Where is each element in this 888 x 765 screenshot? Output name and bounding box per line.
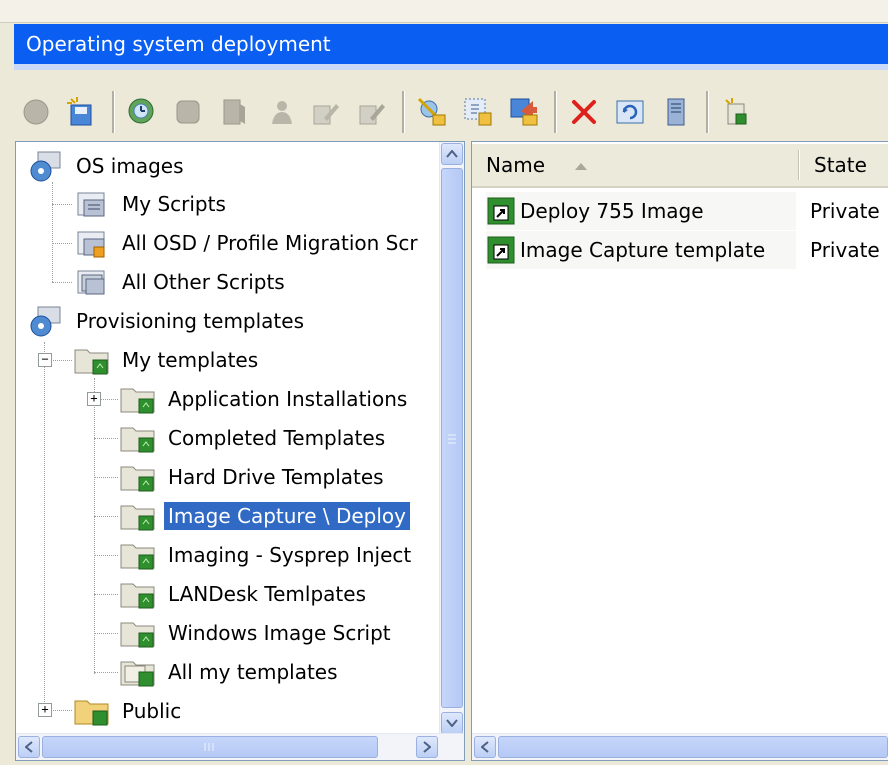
window-top-strip xyxy=(0,0,888,23)
toolbar-separator xyxy=(402,91,404,133)
tree-expander-public[interactable]: + xyxy=(38,703,52,717)
list-pane: Name State Deploy 755 Image Private Imag… xyxy=(471,141,888,761)
template-folder-icon xyxy=(118,421,158,455)
configure-icon[interactable] xyxy=(410,90,454,134)
tree-item-all-other-scripts[interactable]: All Other Scripts xyxy=(72,264,289,300)
panel-title: Operating system deployment xyxy=(26,32,331,56)
toolbar-separator xyxy=(554,91,556,133)
template-folder-icon xyxy=(118,460,158,494)
list-cell-name: Deploy 755 Image xyxy=(486,192,796,230)
tree-connector xyxy=(94,378,95,674)
new-script-icon[interactable] xyxy=(60,90,104,134)
tree-connector xyxy=(94,516,118,517)
script-folder-icon xyxy=(72,226,112,260)
template-folder-icon xyxy=(118,499,158,533)
list-cell-state: Private xyxy=(810,238,880,262)
tree-pane: − + + OS images My Scripts All OSD / Pro… xyxy=(15,141,465,761)
list-cell-name: Image Capture template xyxy=(486,231,796,269)
delete-icon[interactable] xyxy=(562,90,606,134)
tree-item-os-images[interactable]: OS images xyxy=(26,148,188,184)
template-folder-icon xyxy=(118,577,158,611)
navigation-tree: − + + OS images My Scripts All OSD / Pro… xyxy=(16,142,442,736)
tree-connector xyxy=(94,672,118,673)
tree-item-hard-drive-templates[interactable]: Hard Drive Templates xyxy=(118,459,388,495)
user-icon[interactable] xyxy=(258,90,302,134)
list-item[interactable]: Image Capture template Private xyxy=(486,231,880,269)
migrate-icon[interactable] xyxy=(502,90,546,134)
toolbar-separator xyxy=(706,91,708,133)
column-separator[interactable] xyxy=(798,150,799,180)
tree-item-windows-image-script[interactable]: Windows Image Script xyxy=(118,615,395,651)
tree-item-landesk-templates[interactable]: LANDesk Temlpates xyxy=(118,576,370,612)
tree-item-completed-templates[interactable]: Completed Templates xyxy=(118,420,389,456)
tree-item-application-installations[interactable]: Application Installations xyxy=(118,381,411,417)
tree-horizontal-scrollbar[interactable] xyxy=(16,733,464,760)
scroll-down-button[interactable] xyxy=(441,712,463,734)
new-template-icon[interactable] xyxy=(714,90,758,134)
toolbar xyxy=(14,80,888,144)
tree-item-my-templates[interactable]: My templates xyxy=(72,342,262,378)
template-folder-icon xyxy=(72,343,112,377)
book-icon[interactable] xyxy=(212,90,256,134)
tree-connector xyxy=(52,204,72,205)
tree-connector xyxy=(94,594,118,595)
scroll-thumb[interactable] xyxy=(42,736,378,758)
tree-item-my-scripts[interactable]: My Scripts xyxy=(72,186,230,222)
schedule-icon[interactable] xyxy=(120,90,164,134)
tree-connector xyxy=(44,342,45,712)
scroll-thumb[interactable] xyxy=(498,736,888,758)
title-bar-edge xyxy=(14,64,888,70)
scroll-up-button[interactable] xyxy=(441,143,463,165)
tree-item-imaging-sysprep-inject[interactable]: Imaging - Sysprep Inject xyxy=(118,537,415,573)
template-folder-icon xyxy=(118,382,158,416)
provisioning-icon xyxy=(26,304,66,338)
tree-item-image-capture-deploy[interactable]: Image Capture \ Deploy xyxy=(118,498,410,534)
template-folder-icon xyxy=(118,616,158,650)
tree-connector xyxy=(94,477,118,478)
tree-connector xyxy=(52,243,72,244)
scroll-left-button[interactable] xyxy=(474,736,496,758)
list-horizontal-scrollbar[interactable] xyxy=(472,733,888,760)
template-folder-icon xyxy=(118,655,158,689)
scroll-left-button[interactable] xyxy=(18,736,40,758)
list-cell-state: Private xyxy=(810,199,880,223)
toolbar-separator xyxy=(112,91,114,133)
template-folder-icon xyxy=(118,538,158,572)
circle-disabled-icon[interactable] xyxy=(14,90,58,134)
tree-expander-my-templates[interactable]: − xyxy=(38,353,52,367)
column-header-name[interactable]: Name xyxy=(472,144,798,186)
server-icon[interactable] xyxy=(654,90,698,134)
sort-ascending-icon xyxy=(575,163,588,170)
template-shortcut-icon xyxy=(487,236,515,264)
edit-icon[interactable] xyxy=(304,90,348,134)
tree-connector xyxy=(94,555,118,556)
scroll-thumb[interactable] xyxy=(441,168,463,708)
package-icon[interactable] xyxy=(166,90,210,134)
public-folder-icon xyxy=(72,694,112,728)
refresh-icon[interactable] xyxy=(608,90,652,134)
tree-item-all-my-templates[interactable]: All my templates xyxy=(118,654,342,690)
tree-connector xyxy=(52,282,72,283)
panel-title-bar: Operating system deployment xyxy=(14,24,888,64)
os-images-icon xyxy=(26,149,66,183)
script-folder-icon xyxy=(72,265,112,299)
tree-expander-application-installations[interactable]: + xyxy=(87,392,101,406)
list-item[interactable]: Deploy 755 Image Private xyxy=(486,192,880,230)
tree-item-all-osd-profile-migration-scripts[interactable]: All OSD / Profile Migration Scr xyxy=(72,225,422,261)
tree-connector xyxy=(94,438,118,439)
template-shortcut-icon xyxy=(487,197,515,225)
tree-item-provisioning-templates[interactable]: Provisioning templates xyxy=(26,303,308,339)
column-header-state[interactable]: State xyxy=(800,144,888,186)
scroll-right-button[interactable] xyxy=(416,736,438,758)
tree-vertical-scrollbar[interactable] xyxy=(439,142,464,736)
tree-connector xyxy=(52,182,53,282)
tree-connector xyxy=(94,633,118,634)
script-folder-icon xyxy=(72,187,112,221)
edit-disabled-icon[interactable] xyxy=(350,90,394,134)
properties-icon[interactable] xyxy=(456,90,500,134)
list-header: Name State xyxy=(472,144,888,188)
tree-item-public[interactable]: Public xyxy=(72,693,185,729)
